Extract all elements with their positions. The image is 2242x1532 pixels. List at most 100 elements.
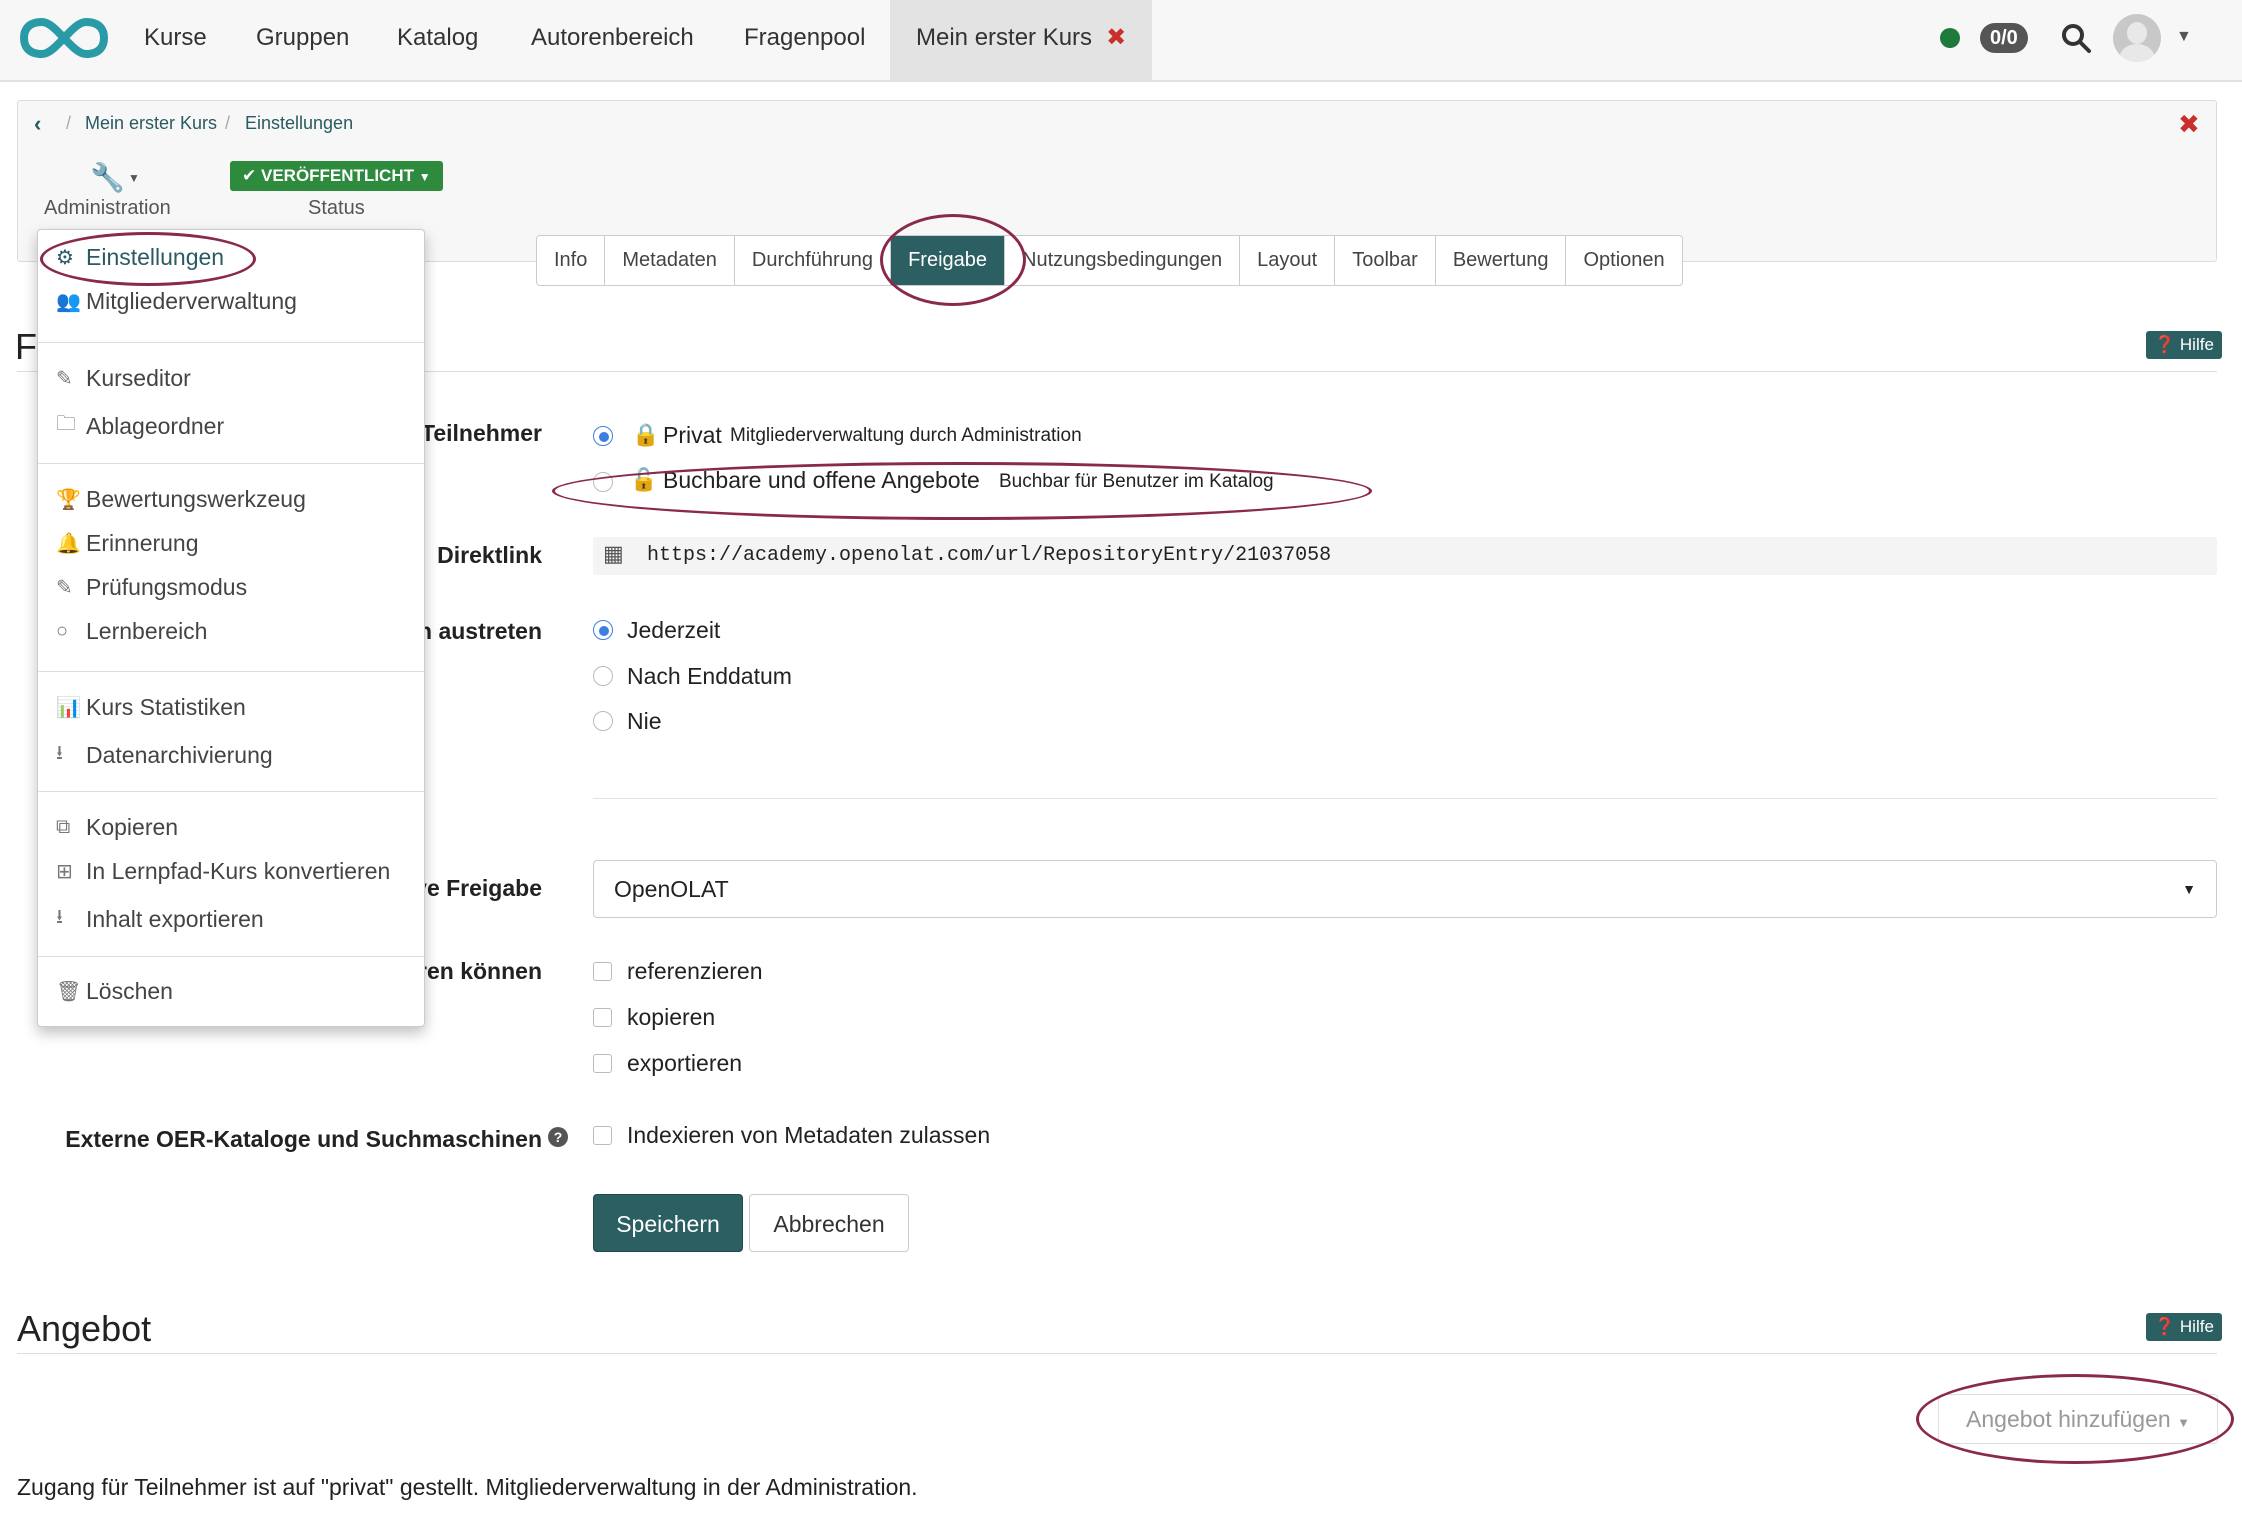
menu-divider xyxy=(38,671,424,672)
option-nie-label: Nie xyxy=(627,708,662,734)
search-icon[interactable] xyxy=(2060,22,2092,54)
bar-chart-icon: 📊 xyxy=(56,697,81,719)
chevron-down-icon[interactable]: ▼ xyxy=(2176,28,2192,46)
menu-item-kurs-statistiken[interactable]: 📊 Kurs Statistiken xyxy=(56,694,246,721)
menu-item-bewertungswerkzeug[interactable]: 🏆 Bewertungswerkzeug xyxy=(56,486,306,513)
back-chevron-icon[interactable]: ‹ xyxy=(34,111,41,137)
menu-item-label: Löschen xyxy=(86,978,173,1004)
hilfe-label: Hilfe xyxy=(2179,335,2214,354)
download-icon: ⭳ xyxy=(56,906,63,928)
check-icon: ✔ xyxy=(242,166,257,185)
nav-kurse[interactable]: Kurse xyxy=(144,0,207,80)
checkbox-kopieren[interactable] xyxy=(593,1008,612,1027)
question-icon[interactable]: ? xyxy=(548,1127,568,1147)
tab-optionen[interactable]: Optionen xyxy=(1566,236,1681,285)
tab-nutzungsbedingungen[interactable]: Nutzungsbedingungen xyxy=(1005,236,1241,285)
option-nach-enddatum-label: Nach Enddatum xyxy=(627,663,792,689)
administration-menu: ⚙ Einstellungen 👥 Mitgliederverwaltung ✎ Ku… xyxy=(37,229,425,1027)
chevron-down-icon: ▼ xyxy=(2182,881,2196,897)
online-status-icon xyxy=(1940,28,1960,48)
menu-item-ablageordner[interactable]: 🗀 Ablageordner xyxy=(56,409,224,443)
angebot-info-text: Zugang für Teilnehmer ist auf "privat" g… xyxy=(17,1474,918,1500)
radio-nach-enddatum[interactable] xyxy=(593,666,613,686)
menu-item-label: In Lernpfad-Kurs konvertieren xyxy=(86,858,391,884)
breadcrumb-einstellungen: Einstellungen xyxy=(245,113,354,133)
settings-tabs: Info Metadaten Durchführung Freigabe Nut… xyxy=(536,235,1683,286)
tab-metadaten[interactable]: Metadaten xyxy=(605,236,735,285)
menu-item-label: Inhalt exportieren xyxy=(86,905,264,932)
checkbox-referenzieren[interactable] xyxy=(593,962,612,981)
highlight-ellipse-angebot xyxy=(1916,1374,2234,1464)
menu-item-lernbereich[interactable]: ○ Lernbereich xyxy=(56,618,207,645)
menu-item-kurseditor[interactable]: ✎ Kurseditor xyxy=(56,365,191,392)
nav-fragenpool[interactable]: Fragenpool xyxy=(744,0,865,80)
menu-divider xyxy=(38,956,424,957)
freigabe-select[interactable]: OpenOLAT ▼ xyxy=(593,860,2217,918)
freigabe-select-value: OpenOLAT xyxy=(614,876,729,902)
nav-course-tab[interactable]: Mein erster Kurs ✖ xyxy=(890,0,1153,80)
option-privat-hint: Mitgliederverwaltung durch Administratio… xyxy=(730,425,1082,446)
highlight-ellipse-einstellungen xyxy=(40,232,256,286)
status-button-label: VERÖFFENTLICHT xyxy=(260,166,414,185)
copy-icon: ⧉ xyxy=(56,816,71,838)
menu-item-label: Kopieren xyxy=(86,814,179,840)
tab-info[interactable]: Info xyxy=(537,236,606,285)
menu-item-inhalt-exportieren[interactable]: ⭳ Inhalt exportieren xyxy=(56,902,264,936)
openolat-logo-icon[interactable] xyxy=(20,16,108,60)
nav-autorenbereich[interactable]: Autorenbereich xyxy=(531,0,694,80)
tab-layout[interactable]: Layout xyxy=(1240,236,1336,285)
radio-jederzeit[interactable] xyxy=(593,620,613,640)
option-privat-label: Privat xyxy=(663,422,722,448)
menu-item-label: Bewertungswerkzeug xyxy=(86,486,306,512)
qr-code-icon[interactable]: ▦ xyxy=(603,541,624,567)
tab-toolbar[interactable]: Toolbar xyxy=(1335,236,1436,285)
direktlink-url[interactable]: https://academy.openolat.com/url/Reposit… xyxy=(647,544,1331,567)
wrench-icon: 🔧 xyxy=(90,162,125,193)
lock-icon: 🔒 xyxy=(632,422,660,447)
menu-item-erinnerung[interactable]: 🔔 Erinnerung xyxy=(56,530,199,557)
help-icon: ❓ xyxy=(2154,1317,2176,1336)
close-icon[interactable]: ✖ xyxy=(2178,109,2200,140)
option-jederzeit-label: Jederzeit xyxy=(627,617,721,643)
nav-katalog[interactable]: Katalog xyxy=(397,0,478,80)
menu-divider xyxy=(38,342,424,343)
tab-durchfuehrung[interactable]: Durchführung xyxy=(735,236,892,285)
checkbox-exportieren[interactable] xyxy=(593,1054,612,1073)
menu-item-kopieren[interactable]: ⧉ Kopieren xyxy=(56,814,178,841)
kopieren-label: kopieren xyxy=(627,1004,716,1030)
menu-divider xyxy=(38,791,424,792)
breadcrumb-course[interactable]: Mein erster Kurs xyxy=(85,113,217,134)
notification-badge[interactable]: 0/0 xyxy=(1980,23,2028,53)
menu-item-lernpfad-konvertieren[interactable]: ⊞ In Lernpfad-Kurs konvertieren xyxy=(56,858,390,885)
save-button[interactable]: Speichern xyxy=(593,1194,743,1252)
divider xyxy=(17,1353,2217,1354)
menu-item-mitgliederverwaltung[interactable]: 👥 Mitgliederverwaltung xyxy=(56,288,297,315)
hilfe-button[interactable]: ❓ Hilfe xyxy=(2146,1313,2222,1341)
hilfe-button[interactable]: ❓ Hilfe xyxy=(2146,331,2222,359)
status-dropdown-button[interactable]: ✔ VERÖFFENTLICHT ▼ xyxy=(230,161,443,191)
course-tab-label: Mein erster Kurs xyxy=(916,24,1093,51)
nav-gruppen[interactable]: Gruppen xyxy=(256,0,349,80)
oer-label: Externe OER-Kataloge und Suchmaschinen xyxy=(65,1126,542,1152)
close-icon[interactable]: ✖ xyxy=(1106,24,1126,51)
avatar[interactable] xyxy=(2113,14,2161,62)
referenzieren-label: referenzieren xyxy=(627,958,763,984)
administration-label: Administration xyxy=(44,197,171,219)
direktlink-field[interactable]: ▦ https://academy.openolat.com/url/Repos… xyxy=(593,537,2217,575)
menu-item-label: Datenarchivierung xyxy=(86,741,273,768)
menu-item-label: Erinnerung xyxy=(86,530,199,556)
menu-item-datenarchivierung[interactable]: ⭳ Datenarchivierung xyxy=(56,738,273,772)
highlight-ellipse-buchbar xyxy=(552,462,1372,520)
trophy-icon: 🏆 xyxy=(56,489,81,511)
cancel-button[interactable]: Abbrechen xyxy=(749,1194,909,1252)
checkbox-indexieren[interactable] xyxy=(593,1126,612,1145)
menu-item-pruefungsmodus[interactable]: ✎ Prüfungsmodus xyxy=(56,574,247,601)
tab-bewertung[interactable]: Bewertung xyxy=(1436,236,1567,285)
radio-nie[interactable] xyxy=(593,711,613,731)
chevron-down-icon: ▼ xyxy=(418,170,431,184)
angebot-title: Angebot xyxy=(17,1308,152,1349)
breadcrumb-separator: / xyxy=(225,113,231,133)
signpost-icon: ⊞ xyxy=(56,861,73,883)
radio-privat[interactable] xyxy=(593,426,613,446)
menu-item-loeschen[interactable]: 🗑 Löschen xyxy=(56,978,173,1005)
